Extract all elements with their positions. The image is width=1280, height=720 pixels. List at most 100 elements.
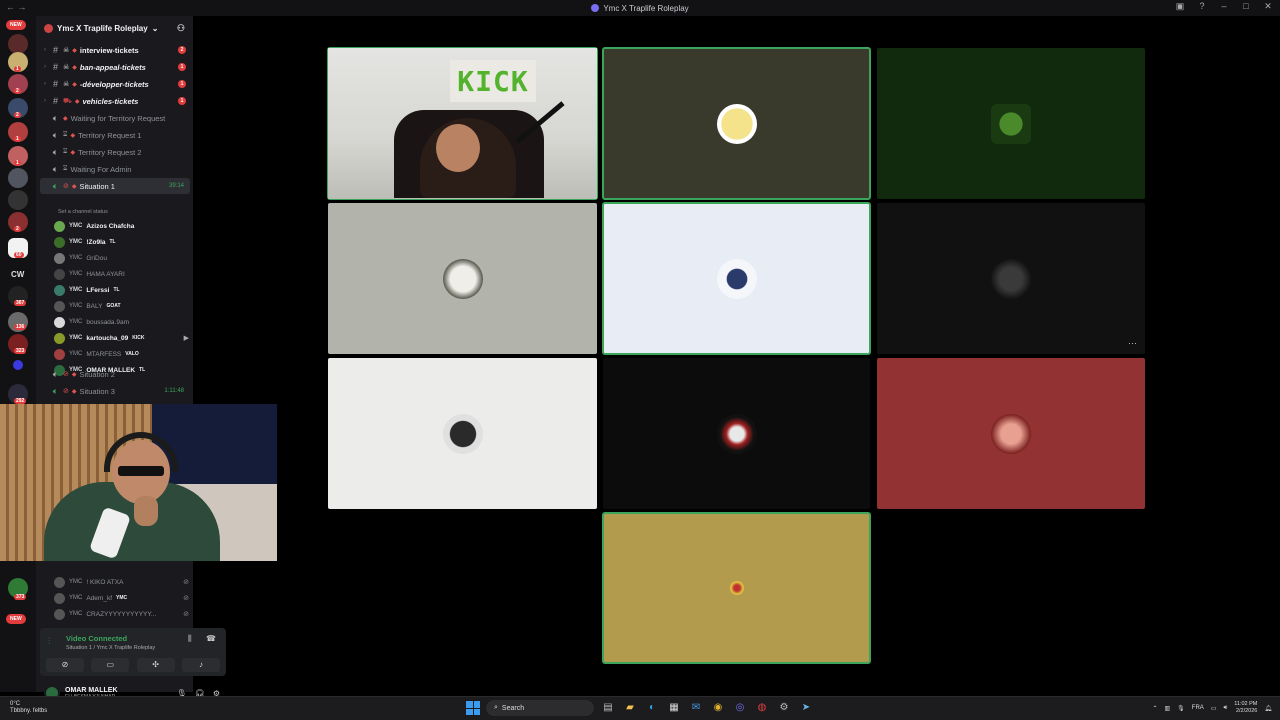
temperature: 0°C [10,701,21,707]
video-tile[interactable] [328,203,597,354]
channel-vehicles-tickets[interactable]: › # ⛟ ◆ vehicles-tickets 1 [40,93,190,109]
close-button[interactable]: ✕ [1262,1,1274,12]
voice-participant[interactable]: YMC boussada.9am [54,314,189,330]
voice-status[interactable]: Video Connected [66,634,127,643]
unread-badge: 1 [14,160,21,166]
display-icon[interactable]: ▭ [1211,705,1217,712]
voice-channel-territory-2[interactable]: 🔈︎ ⌛︎ ◆ Territory Request 2 [40,144,190,160]
voice-participant[interactable]: YMC BALY GOAT [54,298,189,314]
voice-participant[interactable]: YMC !Zo9la TL [54,234,189,250]
steam-icon[interactable]: ➤ [798,700,814,716]
server-icon[interactable] [8,168,28,188]
nav-arrows[interactable]: ← → [6,2,27,12]
voice-channel-territory-1[interactable]: 🔈︎ ⌛︎ ◆ Territory Request 1 [40,127,190,143]
voice-participant[interactable]: YMC! KIKO ATXA ⊘ [54,574,189,590]
camera-off-icon[interactable]: ⊘ [46,658,84,672]
store-icon[interactable]: ▦ [666,700,682,716]
clan-tag: YMC [69,255,83,261]
inbox-icon[interactable]: ▣ [1174,1,1186,12]
camera-icon: ▶ [183,335,189,342]
video-tile[interactable] [602,202,871,355]
video-tile[interactable] [602,47,871,200]
windows-start-icon[interactable] [466,701,480,715]
channel-interview-tickets[interactable]: › # ☠ ◆ interview-tickets 2 [40,42,190,58]
soundboard-icon[interactable]: ♪ [181,658,220,672]
unread-badge: 136 [14,324,27,330]
diamond-icon: ◆ [71,371,77,378]
invite-people-icon[interactable]: ⚇ [177,23,185,34]
chevron-up-icon[interactable]: ⌃ [1152,705,1157,712]
video-tile[interactable] [877,358,1145,509]
edge-icon[interactable]: ◐ [644,700,660,716]
voice-participant[interactable]: YMC CRAZYYYYYYYYYYY... ⊘ [54,606,189,622]
video-tile[interactable] [328,358,597,509]
channel-label: Situation 1 [79,181,115,191]
channel-ban-appeal-tickets[interactable]: › # ☠ ◆ ban-appeal-tickets 1 [40,59,190,75]
app-icon[interactable]: ◍ [754,700,770,716]
voice-channel-situation-3[interactable]: 🔈︎ ⊘ ◆ Situation 3 1:11:48 [40,383,190,399]
no-entry-icon: ⊘ [63,388,69,395]
avatar [991,103,1031,144]
folder-label[interactable]: CW [11,270,24,279]
voice-participant[interactable]: YMC Azizos Chafcha [54,218,189,234]
participant-name: Adem_kf [86,594,112,602]
video-tile-camera[interactable]: KICK [327,47,598,200]
folder-icon[interactable] [13,360,23,370]
channel-developper-tickets[interactable]: › # ☠ ◆ -développer-tickets 1 [40,76,190,92]
voice-participant[interactable]: YMC GriDou [54,250,189,266]
search-box[interactable]: ⌕ Search [486,700,594,716]
voice-participant[interactable]: YMC HAMA AYARI [54,266,189,282]
maximize-button[interactable]: □ [1240,1,1252,12]
call-timer: 1:11:48 [164,388,184,394]
network-icon[interactable]: ▥ [1164,705,1170,712]
minimize-button[interactable]: – [1218,1,1230,12]
volume-icon[interactable]: 🔊︎ [1223,705,1227,712]
kick-sign: KICK [450,60,536,102]
settings-icon[interactable]: ⚙ [776,700,792,716]
disconnect-icon[interactable]: ☎ [206,634,216,643]
activities-icon[interactable]: ✣ [136,658,175,672]
participant-name: boussada.9am [86,318,129,326]
discord-icon[interactable]: ◎ [732,700,748,716]
voice-channel-path[interactable]: Situation 1 / Ymc X Traplife Roleplay [66,645,155,651]
voice-channel-waiting-admin[interactable]: 🔈︎ ⌛︎ Waiting For Admin [40,161,190,177]
server-icon[interactable] [8,190,28,210]
role-tag: YMC [116,595,128,601]
chevron-right-icon: › [44,47,46,53]
video-tile[interactable] [877,48,1145,199]
voice-participant[interactable]: YMC MTARFESS VALO [54,346,189,362]
voice-channel-waiting-territory[interactable]: 🔈︎ ◆ Waiting for Territory Request [40,110,190,126]
video-tile[interactable] [603,358,870,509]
notifications-icon[interactable]: 🔔︎ [1264,705,1272,712]
avatar [54,332,65,344]
clock[interactable]: 11:02 PM 2/2/2026 [1234,701,1257,715]
mic-icon[interactable]: 🎙︎ [1177,705,1185,712]
video-tile[interactable]: ··· [877,203,1145,354]
chrome-icon[interactable]: ◉ [710,700,726,716]
mail-icon[interactable]: ✉ [688,700,704,716]
server-icon[interactable] [8,34,28,54]
voice-channel-situation-2[interactable]: 🔈︎ ⊘ ◆ Situation 2 [40,366,190,382]
avatar [54,576,65,588]
voice-participant[interactable]: YMC Adem_kf YMC ⊘ [54,590,189,606]
server-header[interactable]: Ymc X Traplife Roleplay ⌄ ⚇ [36,16,193,40]
window-title: Ymc X Traplife Roleplay [591,4,689,13]
task-view-icon[interactable]: ▤ [600,700,616,716]
file-explorer-icon[interactable]: ▰ [622,700,638,716]
voice-participant[interactable]: YMC kartoucha_09 KICK ▶ [54,330,189,346]
signal-icon[interactable]: ⫶ [48,636,50,647]
voice-participant[interactable]: YMC LFerssi TL [54,282,189,298]
channel-status-hint[interactable]: Set a channel status [58,209,108,215]
channel-label: Situation 3 [79,386,115,396]
voice-channel-situation-1[interactable]: 🔈︎ ⊘ ◆ Situation 1 39:14 [40,178,190,194]
weather-widget[interactable]: 0°C Tbbbny. feltbs [10,701,47,715]
server-logo-icon [44,23,53,33]
video-tile[interactable] [602,512,871,664]
help-icon[interactable]: ? [1196,1,1208,12]
diamond-icon: ◆ [63,115,68,122]
more-options-icon[interactable]: ··· [1128,338,1137,348]
language-indicator[interactable]: FRA [1192,705,1204,711]
screen-share-icon[interactable]: ▭ [91,658,130,672]
noise-suppression-icon[interactable]: ⫼ [188,634,192,644]
avatar [54,316,65,328]
